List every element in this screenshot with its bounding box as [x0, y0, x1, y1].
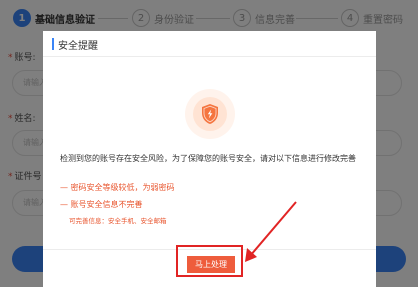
annotation-arrow-icon [245, 201, 297, 262]
